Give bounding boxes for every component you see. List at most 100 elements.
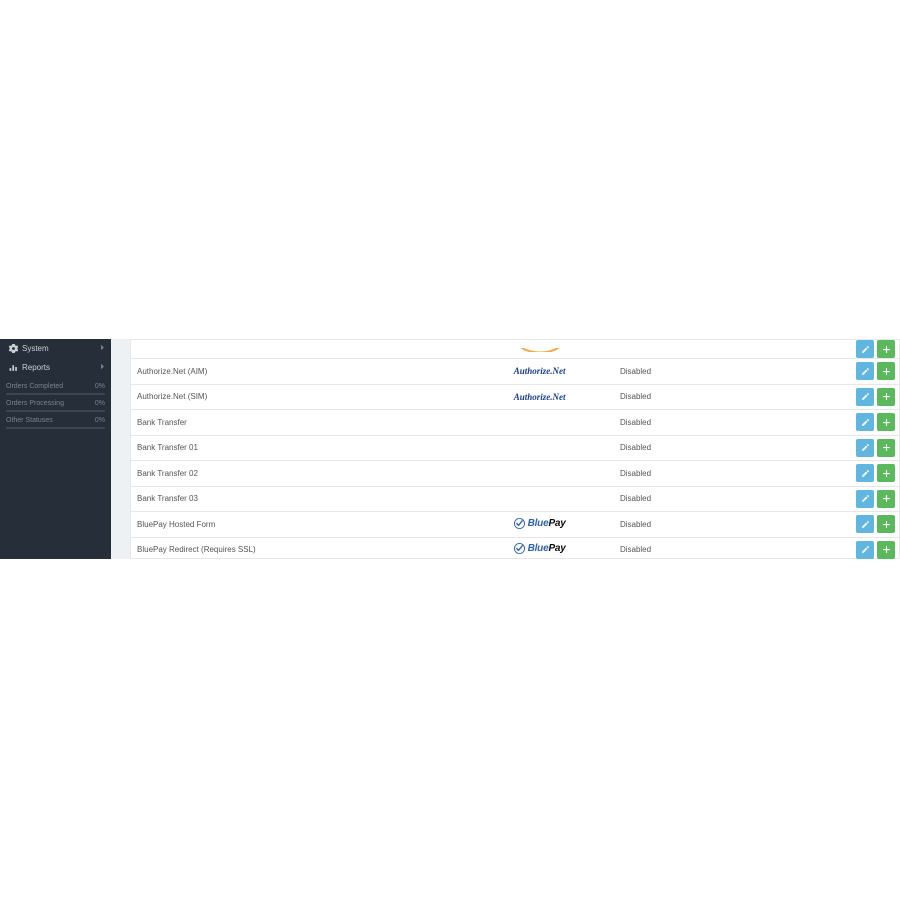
sidebar-item-label: System [22, 344, 49, 353]
install-button[interactable] [877, 340, 895, 358]
edit-button[interactable] [856, 362, 874, 380]
payment-method-actions [790, 384, 899, 410]
sidebar-item-label: Reports [22, 363, 50, 372]
table-row: Bank Transfer 03 Disabled [131, 486, 899, 512]
install-button[interactable] [877, 362, 895, 380]
table-row: Bank Transfer 02 Disabled [131, 461, 899, 487]
stat-value: 0% [95, 383, 105, 390]
payment-method-status: Disabled [614, 384, 692, 410]
chevron-right-icon [100, 344, 105, 353]
payment-method-sort-order [692, 486, 790, 512]
edit-button[interactable] [856, 413, 874, 431]
payment-method-sort-order [692, 435, 790, 461]
edit-button[interactable] [856, 490, 874, 508]
payment-method-sort-order [692, 512, 790, 538]
install-button[interactable] [877, 439, 895, 457]
check-circle-icon [514, 518, 525, 529]
install-button[interactable] [877, 490, 895, 508]
bluepay-logo: BluePay [514, 518, 566, 529]
stat-label: Other Statuses [6, 417, 53, 424]
sidebar: SystemReports Orders Completed0%Orders P… [0, 339, 111, 559]
table-row: Authorize.Net (SIM)Authorize.NetDisabled [131, 384, 899, 410]
edit-button[interactable] [856, 541, 874, 559]
payment-method-name: Bank Transfer 01 [131, 435, 465, 461]
payment-method-name: BluePay Redirect (Requires SSL) [131, 537, 465, 559]
stat-row: Orders Completed 0% [6, 380, 105, 390]
payment-method-status: Disabled [614, 512, 692, 538]
install-button[interactable] [877, 464, 895, 482]
admin-app: SystemReports Orders Completed0%Orders P… [0, 339, 900, 559]
authorizenet-logo: Authorize.Net [514, 366, 566, 376]
table-row: BluePay Hosted Form BluePay Disabled [131, 512, 899, 538]
payment-method-actions [790, 410, 899, 436]
table-row: Bank Transfer 01 Disabled [131, 435, 899, 461]
barchart-icon [8, 363, 18, 372]
sidebar-item-system[interactable]: System [0, 339, 111, 358]
sidebar-stats: Orders Completed0%Orders Processing0%Oth… [0, 377, 111, 431]
gear-icon [8, 344, 18, 353]
sidebar-item-reports[interactable]: Reports [0, 358, 111, 377]
payment-method-status: Disabled [614, 486, 692, 512]
payment-method-sort-order [692, 461, 790, 487]
payment-method-logo-cell [465, 435, 614, 461]
payment-method-status: Disabled [614, 435, 692, 461]
payment-method-name: Bank Transfer 02 [131, 461, 465, 487]
edit-button[interactable] [856, 340, 874, 358]
payment-method-sort-order [692, 410, 790, 436]
payment-method-sort-order [692, 340, 790, 359]
install-button[interactable] [877, 541, 895, 559]
payment-method-sort-order [692, 537, 790, 559]
table-row: Bank TransferDisabled [131, 410, 899, 436]
payment-method-logo-cell [465, 486, 614, 512]
payment-method-actions [790, 512, 899, 538]
stat-progress [6, 427, 105, 429]
payment-method-name [131, 340, 465, 359]
payment-method-name: Authorize.Net (AIM) [131, 359, 465, 385]
payment-method-name: Bank Transfer 03 [131, 486, 465, 512]
stat-value: 0% [95, 417, 105, 424]
edit-button[interactable] [856, 464, 874, 482]
payment-method-name: BluePay Hosted Form [131, 512, 465, 538]
payment-method-logo-cell: BluePay [465, 512, 614, 538]
payment-method-status: Disabled [614, 461, 692, 487]
stat-progress [6, 393, 105, 395]
stat-row: Other Statuses 0% [6, 414, 105, 424]
payment-method-sort-order [692, 384, 790, 410]
install-button[interactable] [877, 515, 895, 533]
authorizenet-logo: Authorize.Net [514, 392, 566, 402]
edit-button[interactable] [856, 439, 874, 457]
payment-method-status: Disabled [614, 537, 692, 559]
table-row [131, 340, 899, 359]
table-row: BluePay Redirect (Requires SSL) BluePay Di… [131, 537, 899, 559]
payment-method-actions [790, 461, 899, 487]
payment-method-logo-cell: Authorize.Net [465, 384, 614, 410]
payment-method-actions [790, 435, 899, 461]
payment-method-logo-cell [465, 461, 614, 487]
stat-value: 0% [95, 400, 105, 407]
payment-method-status: Disabled [614, 410, 692, 436]
payment-method-actions [790, 340, 899, 359]
bluepay-logo: BluePay [514, 543, 566, 554]
install-button[interactable] [877, 388, 895, 406]
payment-method-actions [790, 537, 899, 559]
edit-button[interactable] [856, 388, 874, 406]
main-content: Authorize.Net (AIM) Authorize.Net Disabled… [111, 339, 900, 559]
install-button[interactable] [877, 413, 895, 431]
payment-method-logo-cell: Authorize.Net [465, 359, 614, 385]
chevron-right-icon [100, 363, 105, 372]
payment-method-logo-cell [465, 410, 614, 436]
payment-method-sort-order [692, 359, 790, 385]
payment-method-status: Disabled [614, 359, 692, 385]
payment-method-actions [790, 486, 899, 512]
payment-method-logo-cell [465, 340, 614, 359]
edit-button[interactable] [856, 515, 874, 533]
payment-method-logo-cell: BluePay [465, 537, 614, 559]
table-row: Authorize.Net (AIM) Authorize.Net Disabled [131, 359, 899, 385]
stat-label: Orders Completed [6, 383, 63, 390]
amazon-logo-partial [520, 348, 560, 352]
stat-progress [6, 410, 105, 412]
payments-panel: Authorize.Net (AIM) Authorize.Net Disabled… [130, 339, 900, 559]
payment-method-status [614, 340, 692, 359]
stat-row: Orders Processing 0% [6, 397, 105, 407]
stat-label: Orders Processing [6, 400, 64, 407]
